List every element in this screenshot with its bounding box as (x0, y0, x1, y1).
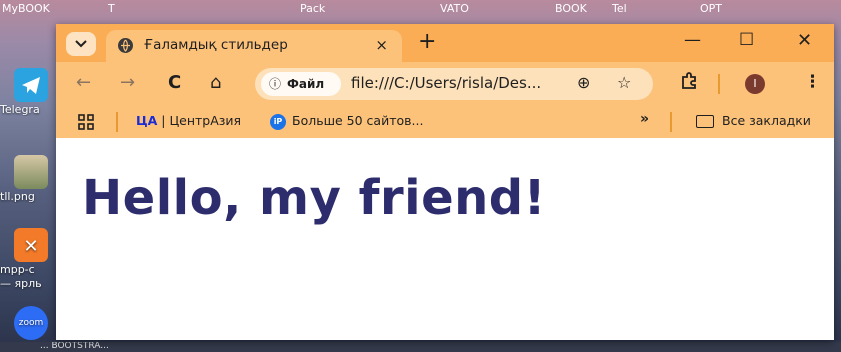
desktop-icon-label: tll.png (0, 190, 35, 203)
chevron-down-icon (75, 40, 87, 48)
toolbar-divider (718, 74, 720, 94)
svg-text:✕: ✕ (23, 236, 38, 257)
minimize-button[interactable]: — (684, 30, 701, 50)
puzzle-icon (682, 72, 696, 89)
zoom-icon: zoom (14, 306, 48, 340)
url-text[interactable]: file:///C:/Users/risla/Des... (351, 74, 541, 92)
profile-avatar[interactable]: I (745, 74, 765, 94)
menu-icon[interactable]: ⋮ (804, 72, 821, 92)
page-heading: Hello, my friend! (82, 170, 547, 226)
address-bar[interactable]: ⓘ Файл file:///C:/Users/risla/Des... ⊕ ☆ (255, 68, 653, 100)
desktop-icon-label: — ярль (0, 277, 42, 290)
tab-search-button[interactable] (66, 32, 96, 56)
bookmark-label: Больше 50 сайтов... (292, 113, 424, 128)
folder-icon (696, 115, 714, 128)
bookmarks-divider (116, 112, 118, 132)
desktop-icon-telegram[interactable]: Telegra (0, 68, 56, 116)
desktop-top-strip: MyBOOK T Pack VATO BOOK Tel OPT (0, 0, 841, 22)
desktop-label: VATO (440, 2, 469, 15)
forward-button[interactable]: → (120, 72, 135, 93)
title-bar: Ғаламдық стильдер × + — ☐ ✕ (56, 24, 834, 62)
desktop-icon-label: Telegra (0, 103, 40, 116)
bookmark-centrasia[interactable]: ЦА | ЦентрАзия (136, 113, 241, 128)
image-file-icon (14, 155, 48, 189)
xampp-icon: ✕ (14, 228, 48, 262)
back-button[interactable]: ← (76, 72, 91, 93)
tab-close-icon[interactable]: × (375, 36, 388, 54)
apps-button[interactable] (78, 114, 94, 133)
ip-badge-icon: iP (270, 113, 286, 130)
tab-active[interactable]: Ғаламдық стильдер × (106, 30, 402, 62)
site-info-chip[interactable]: ⓘ Файл (261, 72, 341, 96)
page-content: Hello, my friend! (56, 138, 834, 340)
desktop-icon-xampp[interactable]: ✕ mpp-c — ярль (0, 228, 56, 290)
home-button[interactable]: ⌂ (210, 72, 221, 93)
maximize-button[interactable]: ☐ (739, 30, 754, 50)
desktop-icon-image[interactable]: tll.png (0, 155, 56, 203)
taskbar-strip: ... BOOTSTRA... (0, 342, 841, 352)
all-bookmarks-button[interactable]: Все закладки (696, 113, 811, 128)
new-tab-button[interactable]: + (418, 30, 436, 54)
desktop-label: Pack (300, 2, 326, 15)
bookmark-sites[interactable]: iP Больше 50 сайтов... (270, 113, 423, 130)
bookmarks-overflow-button[interactable]: » (640, 111, 649, 127)
desktop-label: T (108, 2, 115, 15)
centrasia-logo: ЦА (136, 113, 158, 128)
apps-grid-icon (78, 114, 94, 130)
bookmark-star-icon[interactable]: ☆ (617, 73, 631, 92)
desktop-icon-label: mpp-c (0, 263, 35, 276)
taskbar-label: ... BOOTSTRA... (40, 342, 109, 351)
close-window-button[interactable]: ✕ (797, 30, 812, 51)
toolbar: ← → C ⌂ ⓘ Файл file:///C:/Users/risla/De… (56, 62, 834, 106)
bookmark-label: | ЦентрАзия (157, 113, 242, 128)
desktop-label: OPT (700, 2, 723, 15)
all-bookmarks-label: Все закладки (722, 113, 811, 128)
site-info-label: Файл (287, 77, 325, 91)
extensions-button[interactable] (680, 72, 698, 95)
desktop-label: MyBOOK (2, 2, 50, 15)
zoom-icon[interactable]: ⊕ (577, 73, 590, 92)
bookmarks-divider (670, 112, 672, 132)
reload-button[interactable]: C (168, 72, 181, 93)
desktop-label: BOOK (555, 2, 587, 15)
info-icon: ⓘ (269, 77, 282, 91)
desktop-label: Tel (612, 2, 627, 15)
bookmarks-bar: ЦА | ЦентрАзия iP Больше 50 сайтов... » В… (56, 106, 834, 138)
tab-title: Ғаламдық стильдер (144, 37, 288, 53)
telegram-icon (14, 68, 48, 102)
browser-window: Ғаламдық стильдер × + — ☐ ✕ ← → C ⌂ ⓘ Фа… (56, 24, 834, 340)
globe-icon (118, 38, 133, 53)
desktop-icon-zoom[interactable]: zoom (0, 306, 56, 340)
